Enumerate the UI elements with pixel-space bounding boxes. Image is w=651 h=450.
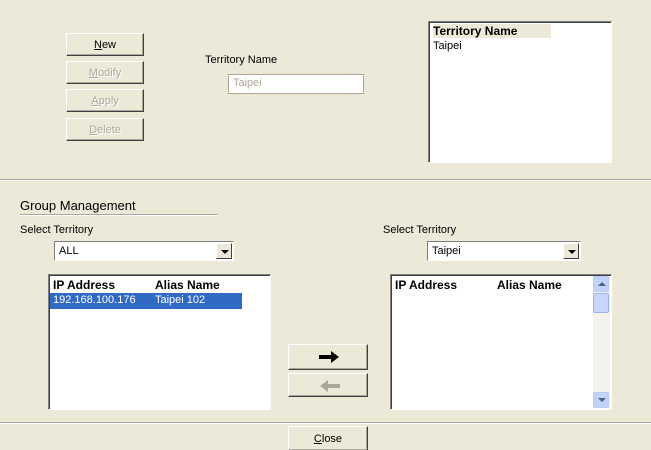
chevron-down-icon[interactable] bbox=[563, 243, 579, 259]
footer-separator bbox=[0, 422, 651, 424]
right-select-territory-label: Select Territory bbox=[383, 224, 457, 236]
territory-name-label: Territory Name bbox=[205, 54, 278, 66]
scroll-down-icon[interactable] bbox=[593, 392, 609, 408]
left-territory-value: ALL bbox=[59, 245, 79, 257]
territory-list[interactable]: Territory Name Taipei bbox=[428, 21, 612, 163]
right-territory-select[interactable]: Taipei bbox=[427, 241, 581, 261]
group-management-title: Group Management bbox=[20, 198, 136, 213]
territory-name-field[interactable]: Taipei bbox=[228, 74, 364, 94]
scroll-thumb[interactable] bbox=[593, 293, 609, 313]
right-col-alias-header: Alias Name bbox=[497, 278, 562, 292]
left-col-alias-header: Alias Name bbox=[155, 278, 220, 292]
arrow-left-icon bbox=[320, 380, 340, 392]
row-ip: 192.168.100.176 bbox=[53, 294, 136, 306]
right-territory-value: Taipei bbox=[432, 245, 461, 257]
right-device-list[interactable]: IP Address Alias Name bbox=[390, 274, 612, 410]
move-left-button[interactable] bbox=[288, 373, 368, 397]
new-button[interactable]: New bbox=[66, 33, 144, 56]
section-separator bbox=[0, 179, 651, 181]
scroll-up-icon[interactable] bbox=[593, 276, 609, 292]
table-row[interactable]: 192.168.100.176 Taipei 102 bbox=[50, 293, 242, 309]
modify-button[interactable]: Modify bbox=[66, 61, 144, 84]
left-col-ip-header: IP Address bbox=[53, 278, 116, 292]
left-device-list[interactable]: IP Address Alias Name 192.168.100.176 Ta… bbox=[48, 274, 271, 410]
territory-list-item[interactable]: Taipei bbox=[433, 40, 462, 52]
move-right-button[interactable] bbox=[288, 344, 368, 370]
vertical-scrollbar[interactable] bbox=[593, 276, 610, 408]
apply-button[interactable]: Apply bbox=[66, 89, 144, 112]
left-select-territory-label: Select Territory bbox=[20, 224, 94, 236]
group-title-underline bbox=[20, 214, 218, 216]
row-alias: Taipei 102 bbox=[155, 294, 206, 306]
left-territory-select[interactable]: ALL bbox=[54, 241, 234, 261]
right-col-ip-header: IP Address bbox=[395, 278, 458, 292]
delete-button[interactable]: Delete bbox=[66, 118, 144, 141]
chevron-down-icon[interactable] bbox=[216, 243, 232, 259]
arrow-right-icon bbox=[319, 351, 339, 363]
close-button[interactable]: Close bbox=[288, 426, 368, 450]
territory-list-header: Territory Name bbox=[433, 24, 551, 38]
